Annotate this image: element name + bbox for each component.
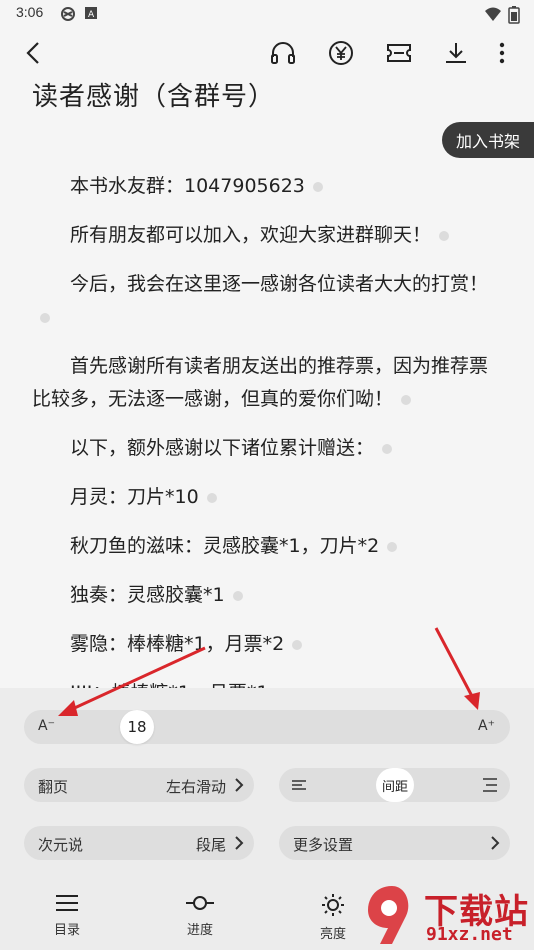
- more-settings-button[interactable]: 更多设置: [279, 826, 510, 860]
- font-size-knob[interactable]: 18: [120, 710, 154, 744]
- comment-dot-icon[interactable]: [382, 443, 393, 454]
- watermark: 下载站 91xz.net: [362, 880, 534, 950]
- listen-button[interactable]: [268, 38, 298, 68]
- ticket-icon: [387, 44, 411, 62]
- comment-dot-icon[interactable]: [40, 312, 50, 323]
- brightness-sun-icon: [322, 894, 344, 916]
- headphones-icon: [271, 42, 295, 64]
- paragraph: 以下，额外感谢以下诸位累计赠送：: [32, 432, 502, 465]
- page-turn-value: 左右滑动: [165, 778, 226, 796]
- app-a-icon: A: [85, 7, 97, 20]
- add-to-shelf-button[interactable]: 加入书架: [442, 122, 534, 158]
- paragraph: 所有朋友都可以加入，欢迎大家进群聊天！: [32, 219, 502, 252]
- watermark-logo-icon: [368, 886, 409, 944]
- comment-dot-icon[interactable]: [292, 639, 303, 650]
- status-time: 3:06: [16, 4, 44, 20]
- font-increase-button[interactable]: A⁺: [478, 718, 495, 734]
- comment-dot-icon[interactable]: [439, 230, 450, 241]
- paragraph: 本书水友群：1047905623: [32, 170, 502, 203]
- yuan-coin-icon: [329, 41, 353, 65]
- compact-spacing-icon[interactable]: [291, 779, 307, 791]
- back-button[interactable]: [18, 38, 48, 68]
- chevron-right-icon: [235, 836, 244, 850]
- page-turn-setting[interactable]: 翻页 左右滑动: [24, 768, 254, 802]
- wide-spacing-icon[interactable]: [482, 778, 498, 792]
- reward-button[interactable]: [326, 38, 356, 68]
- nav-catalog[interactable]: 目录: [32, 885, 102, 938]
- download-icon: [446, 43, 466, 63]
- back-arrow-icon: [26, 42, 39, 64]
- comment-dot-icon[interactable]: [206, 492, 217, 503]
- paragraph: 月灵：刀片*10: [32, 481, 502, 514]
- reader-toolbar: [0, 28, 534, 78]
- wifi-icon: [485, 7, 501, 21]
- watermark-url: 91xz.net: [426, 924, 513, 945]
- status-bar: 3:06 A: [0, 0, 534, 28]
- page-turn-label: 翻页: [38, 778, 69, 796]
- paragraph: 独奏：灵感胶囊*1: [32, 579, 502, 612]
- ciyuan-label: 次元说: [38, 836, 84, 854]
- chevron-right-icon: [491, 836, 500, 850]
- battery-icon: [508, 6, 520, 24]
- app-notification-icon: [61, 7, 75, 21]
- paragraph: 雾隐：棒棒糖*1，月票*2: [32, 628, 502, 661]
- nav-brightness[interactable]: 亮度: [298, 885, 368, 942]
- more-vertical-icon: [499, 42, 505, 64]
- comment-dot-icon[interactable]: [232, 590, 243, 601]
- font-size-slider[interactable]: [24, 710, 510, 744]
- comment-dot-icon[interactable]: [387, 541, 398, 552]
- nav-progress[interactable]: 进度: [165, 885, 235, 938]
- spacing-knob[interactable]: 间距: [376, 768, 414, 802]
- comment-dot-icon[interactable]: [312, 181, 323, 192]
- paragraph: 秋刀鱼的滋味：灵感胶囊*1，刀片*2: [32, 530, 502, 563]
- progress-icon: [186, 896, 214, 910]
- svg-text:A: A: [88, 10, 95, 20]
- ciyuan-value: 段尾: [195, 836, 226, 854]
- more-settings-label: 更多设置: [293, 836, 354, 854]
- font-decrease-button[interactable]: A⁻: [38, 718, 55, 734]
- chapter-title: 读者感谢（含群号）: [32, 82, 276, 112]
- chapter-content: 本书水友群：1047905623 所有朋友都可以加入，欢迎大家进群聊天！ 今后，…: [32, 170, 502, 726]
- menu-list-icon: [56, 895, 78, 911]
- ticket-button[interactable]: [384, 38, 414, 68]
- comment-dot-icon[interactable]: [401, 394, 412, 405]
- download-button[interactable]: [441, 38, 471, 68]
- more-menu-button[interactable]: [487, 38, 517, 68]
- paragraph: 首先感谢所有读者朋友送出的推荐票，因为推荐票比较多，无法逐一感谢，但真的爱你们呦…: [32, 355, 489, 410]
- paragraph: 今后，我会在这里逐一感谢各位读者大大的打赏！: [32, 268, 502, 334]
- chevron-right-icon: [235, 778, 244, 792]
- ciyuan-setting[interactable]: 次元说 段尾: [24, 826, 254, 860]
